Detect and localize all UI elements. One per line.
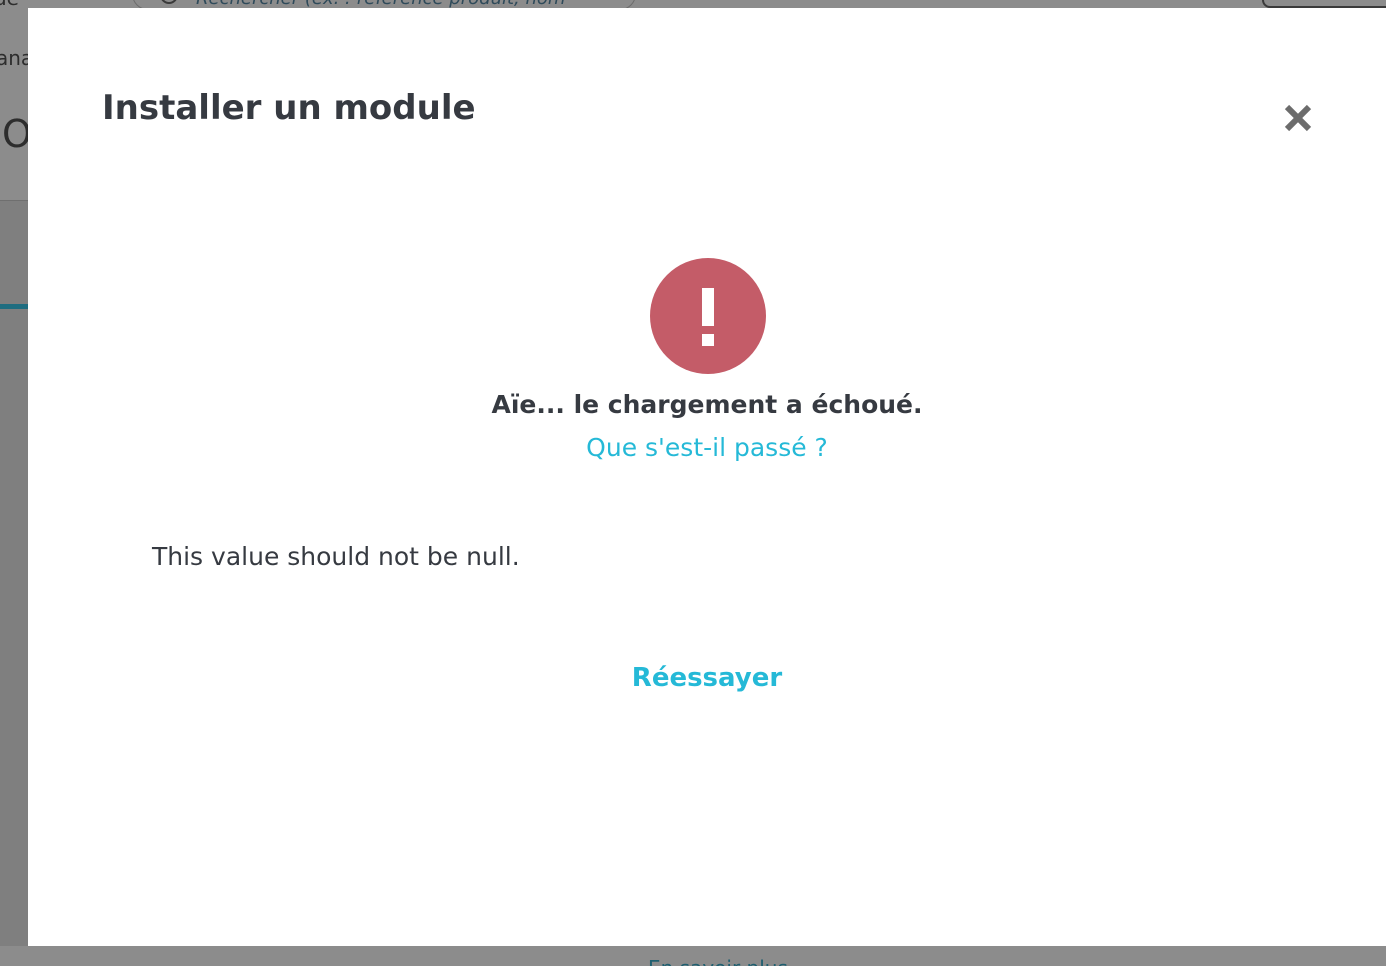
modal-title: Installer un module <box>102 88 476 128</box>
retry-button[interactable]: Réessayer <box>607 663 807 693</box>
background-button <box>1262 0 1386 8</box>
error-message: This value should not be null. <box>152 542 520 571</box>
exclamation-icon <box>650 258 766 374</box>
background-link: En savoir plus <box>648 956 788 966</box>
install-module-modal: Installer un module Aïe... le chargement… <box>28 8 1386 946</box>
error-heading: Aïe... le chargement a échoué. <box>491 390 923 419</box>
close-button[interactable] <box>1276 96 1320 140</box>
what-happened-link-row: Que s'est-il passé ? <box>28 433 1386 462</box>
background-label: ue <box>0 0 19 10</box>
what-happened-link[interactable]: Que s'est-il passé ? <box>586 433 828 462</box>
close-icon <box>1284 104 1312 132</box>
background-tab-indicator <box>0 304 30 309</box>
